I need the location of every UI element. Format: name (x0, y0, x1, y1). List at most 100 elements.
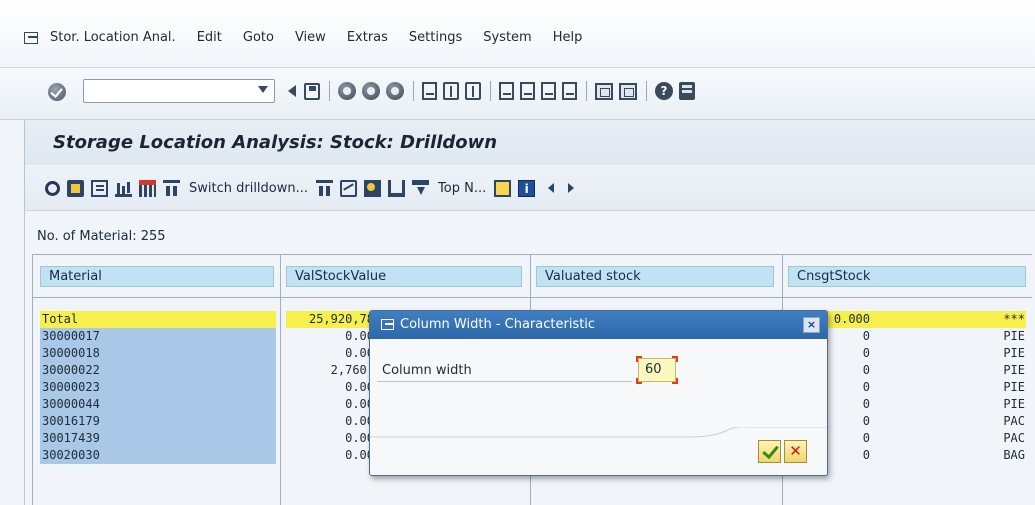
calendar-icon[interactable] (139, 179, 156, 197)
material-count: No. of Material: 255 (37, 229, 166, 244)
confirm-button[interactable] (758, 440, 781, 463)
column-width-value: 60 (645, 362, 662, 377)
chart-icon[interactable] (340, 179, 358, 197)
header-cnsgtstock[interactable]: CnsgtStock (788, 266, 1026, 287)
menu-glyph-icon[interactable] (24, 31, 38, 44)
sort-filter-icon[interactable] (412, 179, 430, 197)
drilldown-icon[interactable] (316, 179, 334, 197)
customize-layout-icon[interactable] (679, 82, 695, 100)
cell-material[interactable]: 30000017 (40, 328, 276, 345)
cell-material[interactable]: 30000022 (40, 362, 276, 379)
chevron-down-icon[interactable] (258, 86, 268, 93)
last-page-icon[interactable] (562, 82, 577, 100)
scroll-left-icon[interactable] (548, 183, 555, 193)
print-preview-icon[interactable] (388, 179, 406, 197)
switch-drilldown-button[interactable]: Switch drilldown... (189, 181, 308, 196)
copy-icon[interactable] (494, 179, 512, 197)
standard-toolbar: ? (0, 68, 1035, 120)
cell-cnsgt-stock: 0 (862, 397, 870, 411)
cell-value: 0.00 (345, 397, 374, 411)
cell-value: 0.00 (345, 431, 374, 445)
cell-cnsgt-stock: 0 (862, 363, 870, 377)
focus-corner (672, 378, 678, 384)
header-valstockvalue[interactable]: ValStockValue (286, 266, 522, 287)
cell-material[interactable]: 30016179 (40, 413, 276, 430)
application-toolbar: Switch drilldown... Top N... i (24, 165, 1035, 211)
menu-item-extras[interactable]: Extras (347, 30, 388, 45)
cell-cnsgt-stock: 0 (862, 380, 870, 394)
cell-material[interactable]: Total (40, 311, 276, 328)
cell-cnsgt-stock: 0 (862, 431, 870, 445)
export-icon[interactable] (67, 179, 84, 197)
cell-cnsgt-stock: 0 (862, 329, 870, 343)
application-toolbar-items: Switch drilldown... Top N... i (45, 179, 575, 197)
cell-material[interactable]: 30017439 (40, 430, 276, 447)
label-underline (377, 381, 632, 382)
cell-cnsgt-unit: PAC (1003, 414, 1025, 428)
cell-value: 25,920,78 (308, 312, 374, 326)
first-page-icon[interactable] (499, 82, 514, 100)
cell-value: 0.00 (345, 346, 374, 360)
cell-cnsgt-stock: 0 (862, 414, 870, 428)
cell-material[interactable]: 30000044 (40, 396, 276, 413)
menu-item-view[interactable]: View (295, 30, 326, 45)
column-width-dialog: Column Width - Characteristic × Column w… (369, 310, 828, 476)
menu-item-system[interactable]: System (483, 30, 531, 45)
command-field[interactable] (83, 79, 275, 103)
help-icon[interactable]: ? (655, 82, 673, 100)
standard-toolbar-icons: ? (284, 81, 701, 101)
info-icon[interactable]: i (518, 179, 536, 197)
top-n-button[interactable]: Top N... (438, 181, 486, 196)
cell-value: 0.00 (345, 414, 374, 428)
cell-value: 0.00 (345, 380, 374, 394)
cell-material[interactable]: 30000018 (40, 345, 276, 362)
cell-value: 0.00 (345, 329, 374, 343)
new-session-icon[interactable] (595, 82, 613, 100)
dialog-title: Column Width - Characteristic (400, 317, 596, 332)
dialog-menu-icon[interactable] (381, 319, 394, 330)
dialog-close-button[interactable]: × (803, 317, 820, 333)
dialog-title-bar: Column Width - Characteristic × (370, 311, 827, 339)
scroll-right-icon[interactable] (568, 183, 575, 193)
menu-item-storloc[interactable]: Stor. Location Anal. (50, 30, 176, 45)
menu-item-edit[interactable]: Edit (197, 30, 222, 45)
previous-page-icon[interactable] (520, 82, 535, 100)
cell-cnsgt-stock: 0.000 (833, 312, 870, 326)
cell-value: 0.00 (345, 448, 374, 462)
header-valuated-stock[interactable]: Valuated stock (536, 266, 774, 287)
cell-cnsgt-unit: BAG (1003, 448, 1025, 462)
save-icon[interactable] (304, 82, 320, 100)
graphic-icon[interactable] (115, 180, 132, 197)
cell-material[interactable]: 30020030 (40, 447, 276, 464)
cell-cnsgt-unit: PIE (1003, 363, 1025, 377)
menu-bar: Stor. Location Anal. Edit Goto View Extr… (0, 0, 1035, 68)
next-page-icon[interactable] (541, 82, 556, 100)
back-icon[interactable] (338, 82, 356, 100)
toolbar-separator (586, 81, 587, 101)
search-icon[interactable] (45, 180, 60, 196)
filter-icon[interactable] (91, 179, 108, 197)
cancel-icon[interactable] (386, 82, 404, 100)
cell-material[interactable]: 30000023 (40, 379, 276, 396)
settings-icon[interactable] (364, 179, 382, 197)
back-arrow-icon[interactable] (288, 85, 296, 97)
cell-cnsgt-unit: PIE (1003, 380, 1025, 394)
find-icon[interactable] (443, 82, 459, 100)
cell-cnsgt-stock: 0 (862, 448, 870, 462)
exit-icon[interactable] (362, 82, 380, 100)
column-width-input[interactable]: 60 (636, 356, 678, 384)
print-icon[interactable] (422, 82, 437, 100)
hierarchy-icon[interactable] (163, 179, 180, 197)
menu-item-settings[interactable]: Settings (409, 30, 462, 45)
enter-check-icon[interactable] (48, 83, 66, 101)
header-material[interactable]: Material (40, 266, 274, 287)
title-bar: Storage Location Analysis: Stock: Drilld… (24, 120, 1035, 165)
menu-item-goto[interactable]: Goto (243, 30, 274, 45)
cancel-button[interactable]: ✕ (784, 440, 807, 463)
cell-cnsgt-unit: *** (1003, 312, 1025, 326)
cell-cnsgt-unit: PIE (1003, 329, 1025, 343)
find-next-icon[interactable] (465, 82, 481, 100)
page-title: Storage Location Analysis: Stock: Drilld… (53, 132, 498, 153)
shortcut-icon[interactable] (619, 82, 637, 100)
menu-item-help[interactable]: Help (553, 30, 583, 45)
